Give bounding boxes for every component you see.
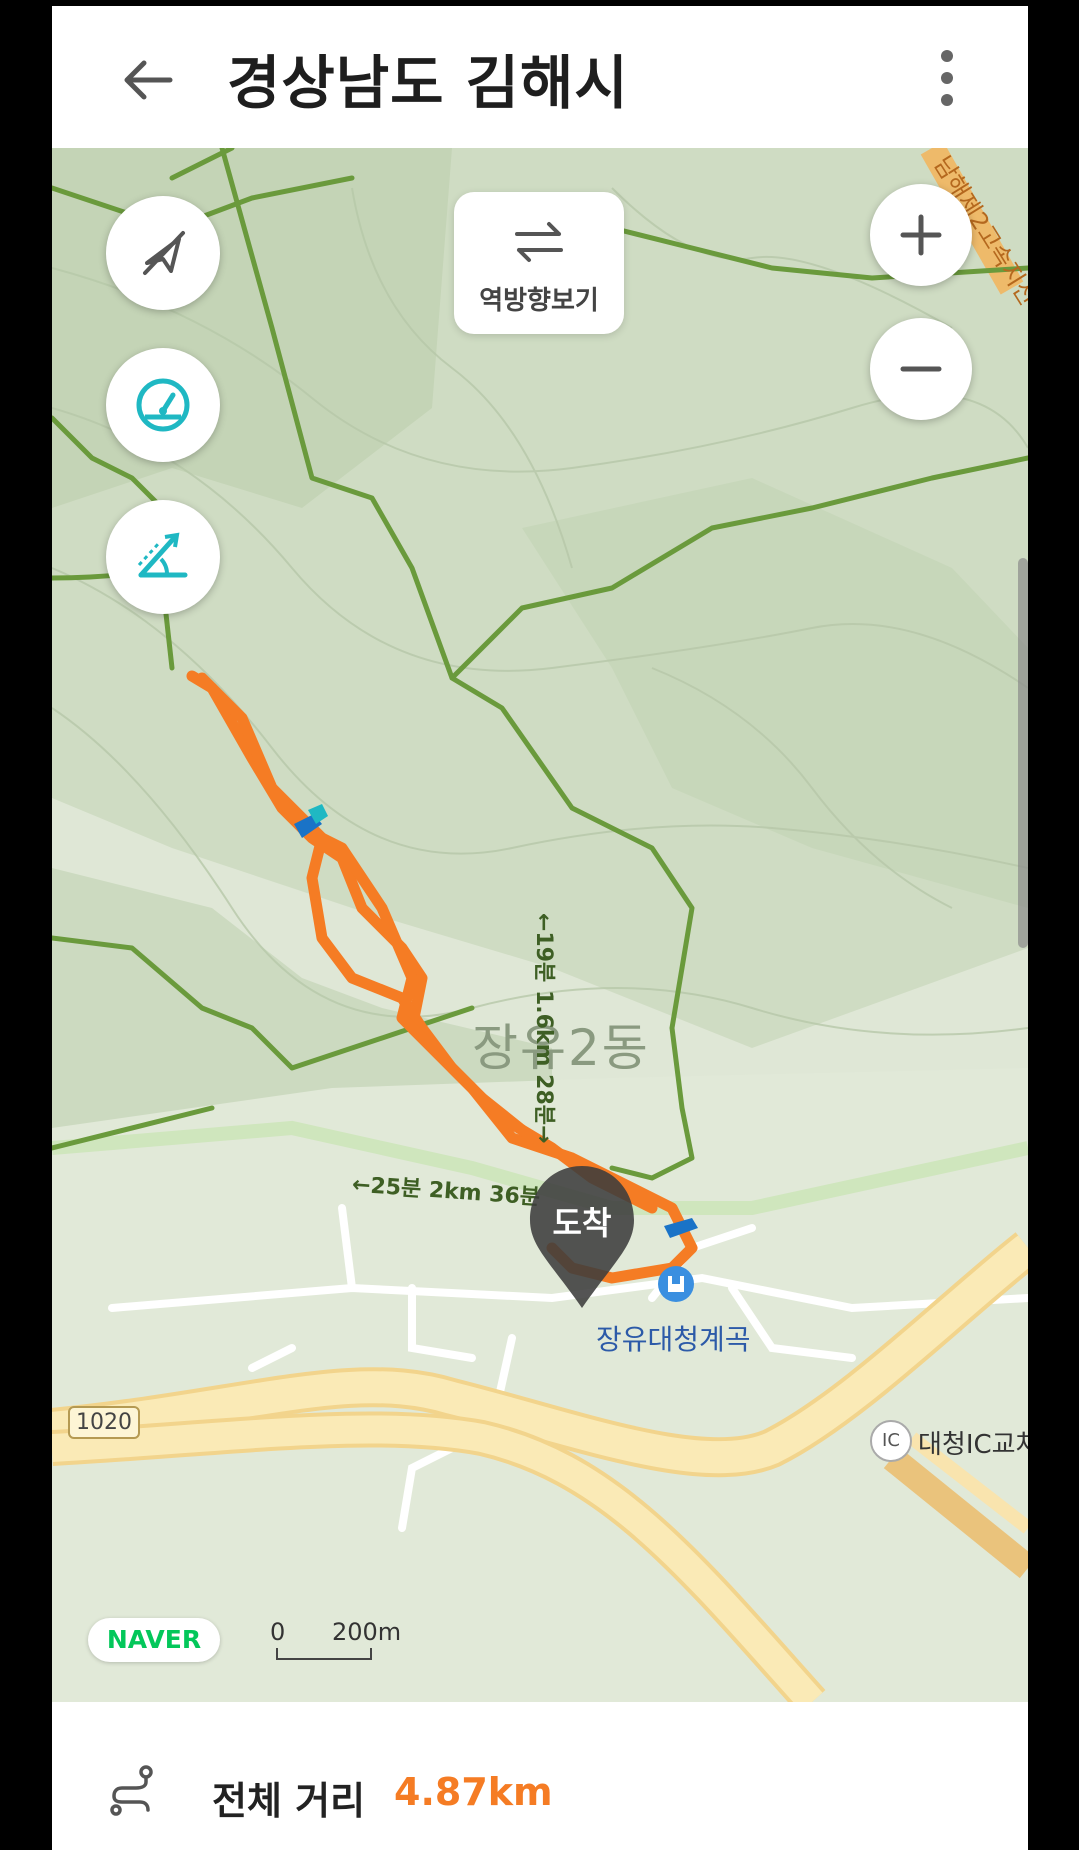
ic-label[interactable]: 대청IC교차	[918, 1424, 1028, 1461]
route-distance-icon	[110, 1765, 153, 1816]
app-screen: 경상남도 김해시 장유2동 ←19분 1.6km 28분→ ←25분 2km 3…	[52, 6, 1028, 1850]
back-arrow-icon	[124, 60, 173, 100]
reverse-direction-button[interactable]: 역방향보기	[454, 192, 624, 334]
scale-bar	[276, 1648, 372, 1660]
trail-label-right: ←19분 1.6km 28분→	[531, 913, 556, 1144]
valley-icon	[668, 1276, 684, 1292]
more-options-button[interactable]	[932, 46, 962, 110]
back-button[interactable]	[118, 50, 178, 110]
poi-label[interactable]: 장유대청계곡	[596, 1318, 751, 1358]
arrival-marker[interactable]: 도착	[520, 1162, 644, 1308]
speedometer-button[interactable]	[106, 348, 220, 462]
ic-badge: IC	[870, 1420, 912, 1462]
distance-label: 전체 거리	[212, 1779, 366, 1823]
scale-end: 200m	[332, 1618, 402, 1646]
navigation-off-icon	[143, 231, 185, 275]
speedometer-icon	[136, 378, 190, 432]
plus-icon	[900, 214, 942, 256]
swap-arrows-icon	[515, 222, 563, 262]
map-view[interactable]: 장유2동 ←19분 1.6km 28분→ ←25분 2km 36분 남해제2고속…	[52, 148, 1028, 1702]
compass-toggle-button[interactable]	[106, 196, 220, 310]
road-number-badge: 1020	[68, 1406, 140, 1439]
reverse-direction-label: 역방향보기	[479, 286, 599, 316]
distance-value: 4.87km	[394, 1770, 553, 1814]
scroll-handle[interactable]	[1018, 558, 1028, 948]
minus-icon	[900, 366, 942, 372]
zoom-in-button[interactable]	[870, 184, 972, 286]
scale-start: 0	[270, 1618, 286, 1646]
page-title: 경상남도 김해시	[227, 49, 629, 117]
naver-logo: NAVER	[88, 1618, 220, 1662]
more-vertical-icon	[941, 50, 953, 106]
header-bar: 경상남도 김해시	[52, 6, 1028, 146]
slope-button[interactable]	[106, 500, 220, 614]
arrival-label: 도착	[552, 1204, 612, 1242]
slope-angle-icon	[137, 532, 188, 578]
zoom-out-button[interactable]	[870, 318, 972, 420]
poi-marker[interactable]	[658, 1266, 694, 1302]
